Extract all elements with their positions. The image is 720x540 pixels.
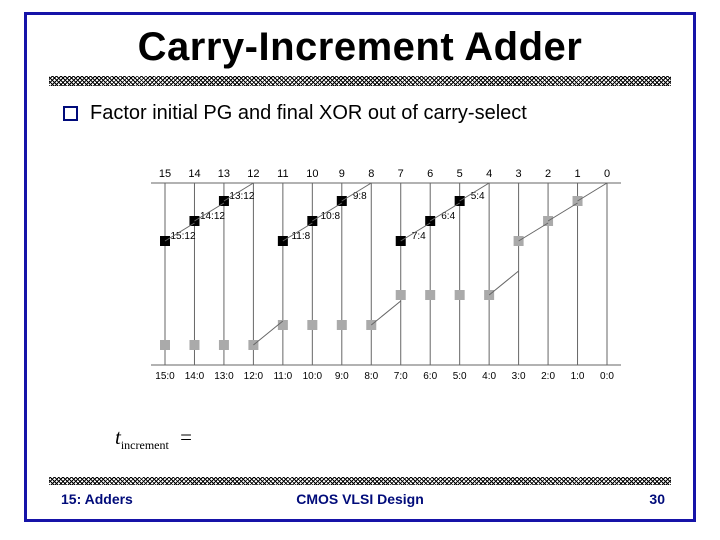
svg-text:9:0: 9:0 bbox=[335, 371, 349, 382]
svg-text:1:0: 1:0 bbox=[571, 371, 585, 382]
equation: tincrement = bbox=[115, 425, 192, 453]
svg-text:2: 2 bbox=[545, 168, 551, 180]
svg-text:8:0: 8:0 bbox=[364, 371, 378, 382]
svg-text:13: 13 bbox=[218, 168, 230, 180]
svg-text:1: 1 bbox=[574, 168, 580, 180]
svg-text:11:8: 11:8 bbox=[291, 231, 310, 242]
slide-title: Carry-Increment Adder bbox=[27, 25, 693, 70]
svg-text:15:0: 15:0 bbox=[155, 371, 175, 382]
svg-text:10: 10 bbox=[306, 168, 318, 180]
footer: 15: Adders CMOS VLSI Design 30 bbox=[27, 491, 693, 513]
svg-text:13:0: 13:0 bbox=[214, 371, 234, 382]
svg-text:12:0: 12:0 bbox=[244, 371, 264, 382]
svg-text:3: 3 bbox=[516, 168, 522, 180]
adder-diagram: 1514131211109876543210 13:129:85:414:121… bbox=[151, 165, 621, 395]
svg-text:14: 14 bbox=[188, 168, 200, 180]
svg-text:4:0: 4:0 bbox=[482, 371, 496, 382]
svg-text:0: 0 bbox=[604, 168, 610, 180]
slide-frame: Carry-Increment Adder Factor initial PG … bbox=[24, 12, 696, 522]
svg-text:10:8: 10:8 bbox=[321, 211, 341, 222]
svg-text:10:0: 10:0 bbox=[303, 371, 323, 382]
svg-text:0:0: 0:0 bbox=[600, 371, 614, 382]
svg-text:11: 11 bbox=[277, 168, 288, 180]
svg-text:5:0: 5:0 bbox=[453, 371, 467, 382]
eq-op: = bbox=[180, 425, 192, 449]
svg-text:7:0: 7:0 bbox=[394, 371, 408, 382]
svg-text:4: 4 bbox=[486, 168, 492, 180]
svg-text:6: 6 bbox=[427, 168, 433, 180]
svg-text:3:0: 3:0 bbox=[512, 371, 526, 382]
footer-underline bbox=[49, 477, 671, 485]
svg-text:14:12: 14:12 bbox=[200, 211, 225, 222]
svg-text:12: 12 bbox=[247, 168, 259, 180]
svg-text:8: 8 bbox=[368, 168, 374, 180]
svg-text:2:0: 2:0 bbox=[541, 371, 555, 382]
svg-text:15:12: 15:12 bbox=[170, 231, 195, 242]
svg-text:7: 7 bbox=[398, 168, 404, 180]
bullet-box-icon bbox=[63, 106, 78, 121]
bullet-item: Factor initial PG and final XOR out of c… bbox=[63, 102, 693, 125]
svg-text:13:12: 13:12 bbox=[229, 191, 254, 202]
title-underline bbox=[49, 76, 671, 86]
svg-text:15: 15 bbox=[159, 168, 171, 180]
svg-text:9: 9 bbox=[339, 168, 345, 180]
footer-center: CMOS VLSI Design bbox=[27, 491, 693, 507]
bullet-text: Factor initial PG and final XOR out of c… bbox=[90, 102, 527, 125]
svg-text:14:0: 14:0 bbox=[185, 371, 205, 382]
svg-text:5: 5 bbox=[457, 168, 463, 180]
svg-text:6:0: 6:0 bbox=[423, 371, 437, 382]
svg-text:11:0: 11:0 bbox=[273, 371, 292, 382]
eq-sub: increment bbox=[121, 438, 169, 452]
footer-right: 30 bbox=[649, 491, 665, 507]
